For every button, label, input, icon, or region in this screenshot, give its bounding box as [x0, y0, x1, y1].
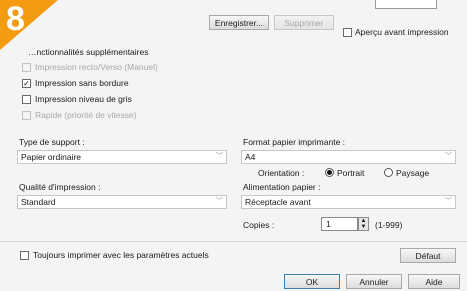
chevron-down-icon: ﹀: [445, 153, 452, 160]
features-title: …nctionnalités supplémentaires: [28, 47, 149, 57]
recto-verso-label: Impression recto/Verso (Manuel): [35, 62, 158, 72]
type-support-value: Papier ordinaire: [21, 152, 82, 162]
alimentation-label: Alimentation papier :: [243, 182, 321, 192]
preview-frame: [375, 0, 437, 9]
qualite-value: Standard: [21, 197, 56, 207]
alimentation-select[interactable]: Réceptacle avant ﹀: [241, 195, 456, 209]
niveau-gris-checkbox[interactable]: [22, 95, 31, 104]
qualite-label: Qualité d'impression :: [19, 182, 101, 192]
apercu-label: Aperçu avant impression: [355, 27, 449, 37]
paysage-label: Paysage: [396, 168, 430, 178]
paysage-radio[interactable]: [384, 168, 393, 177]
sans-bordure-label: Impression sans bordure: [35, 78, 129, 88]
chevron-down-icon: ﹀: [216, 153, 223, 160]
rapide-label: Rapide (priorité de vitesse): [35, 110, 137, 120]
recto-verso-checkbox[interactable]: [22, 63, 31, 72]
rapide-checkbox[interactable]: [22, 111, 31, 120]
supprimer-button[interactable]: Supprimer: [274, 15, 334, 30]
enregistrer-button[interactable]: Enregistrer...: [209, 15, 269, 30]
copies-stepper[interactable]: ▲ ▼: [358, 217, 369, 231]
chevron-down-icon: ﹀: [445, 198, 452, 205]
type-support-label: Type de support :: [19, 137, 85, 147]
alimentation-value: Réceptacle avant: [245, 197, 311, 207]
step-number: 8: [6, 0, 25, 38]
format-label: Format papier imprimante :: [243, 137, 346, 147]
toujours-checkbox[interactable]: [20, 251, 29, 260]
copies-range: (1-999): [375, 220, 403, 230]
copies-label: Copies :: [243, 220, 275, 230]
chevron-down-icon: ﹀: [216, 198, 223, 205]
ok-button[interactable]: OK: [284, 274, 340, 289]
toujours-label: Toujours imprimer avec les paramètres ac…: [33, 250, 209, 260]
copies-input[interactable]: 1: [321, 217, 358, 231]
sans-bordure-checkbox[interactable]: ✓: [22, 79, 31, 88]
divider: [0, 241, 467, 242]
portrait-label: Portrait: [337, 168, 365, 178]
aide-button[interactable]: Aide: [408, 274, 460, 289]
type-support-select[interactable]: Papier ordinaire ﹀: [17, 150, 227, 164]
portrait-radio[interactable]: [325, 168, 334, 177]
orientation-label: Orientation :: [258, 168, 305, 178]
format-select[interactable]: A4 ﹀: [241, 150, 456, 164]
apercu-checkbox[interactable]: [343, 28, 352, 37]
annuler-button[interactable]: Annuler: [346, 274, 402, 289]
format-value: A4: [245, 152, 256, 162]
niveau-gris-label: Impression niveau de gris: [35, 94, 132, 104]
qualite-select[interactable]: Standard ﹀: [17, 195, 227, 209]
defaut-button[interactable]: Défaut: [400, 248, 456, 263]
